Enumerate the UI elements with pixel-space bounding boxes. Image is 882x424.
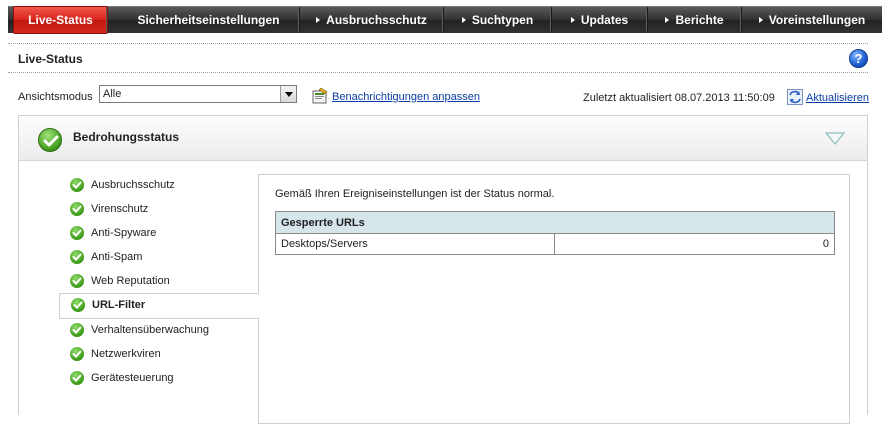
tab-label: Ausbruchsschutz (326, 13, 427, 27)
last-updated: Zuletzt aktualisiert 08.07.2013 11:50:09 (583, 92, 775, 104)
sidebar-item-label: Anti-Spam (91, 251, 143, 263)
top-navigation: Live-Status Sicherheitseinstellungen Aus… (0, 0, 882, 35)
check-circle-icon (38, 128, 62, 152)
divider (8, 43, 868, 44)
sidebar-item-ausbruchsschutz[interactable]: Ausbruchsschutz (59, 174, 259, 198)
triangle-right-icon (316, 16, 321, 23)
chevron-down-icon[interactable] (280, 86, 296, 102)
refresh-link[interactable]: Aktualisieren (806, 92, 869, 104)
view-mode-select[interactable]: Alle (99, 85, 297, 103)
triangle-right-icon (665, 16, 670, 23)
tab-label: Suchtypen (471, 13, 534, 27)
sidebar-item-label: Anti-Spyware (91, 227, 157, 239)
view-mode-value: Alle (103, 88, 122, 100)
tab-sicherheitseinstellungen[interactable]: Sicherheitseinstellungen (118, 7, 300, 33)
tab-updates[interactable]: Updates (552, 7, 648, 33)
row-name: Desktops/Servers (275, 233, 555, 255)
tab-label: Voreinstellungen (768, 13, 866, 27)
table-header: Gesperrte URLs (275, 211, 835, 234)
sidebar-item-virenschutz[interactable]: Virenschutz (59, 198, 259, 222)
sidebar-item-label: URL-Filter (92, 299, 146, 311)
collapse-triangle-icon[interactable] (825, 132, 845, 146)
check-circle-icon (70, 250, 84, 264)
sidebar-item-anti-spam[interactable]: Anti-Spam (59, 246, 259, 270)
sidebar-item-label: Netzwerkviren (91, 348, 161, 360)
threat-status-header[interactable]: Bedrohungsstatus (19, 116, 867, 161)
tab-voreinstellungen[interactable]: Voreinstellungen (742, 7, 882, 33)
tab-label: Berichte (675, 13, 724, 27)
sidebar-item-verhaltensueberwachung[interactable]: Verhaltensüberwachung (59, 319, 259, 343)
tab-ausbruchsschutz[interactable]: Ausbruchsschutz (300, 7, 444, 33)
threat-status-panel: Bedrohungsstatus Ausbruchsschutz Virensc… (18, 115, 868, 424)
page-title: Live-Status (18, 52, 83, 66)
refresh-icon[interactable] (787, 89, 803, 105)
row-value: 0 (554, 233, 835, 255)
sidebar-item-anti-spyware[interactable]: Anti-Spyware (59, 222, 259, 246)
help-icon[interactable]: ? (849, 49, 868, 68)
triangle-right-icon (758, 16, 763, 23)
check-circle-icon (71, 298, 85, 312)
detail-pane: Gemäß Ihren Ereigniseinstellungen ist de… (258, 174, 850, 424)
divider (8, 72, 868, 73)
check-circle-icon (70, 347, 84, 361)
check-circle-icon (70, 226, 84, 240)
last-updated-label: Zuletzt aktualisiert (583, 92, 672, 104)
sidebar-item-label: Web Reputation (91, 275, 170, 287)
sidebar-item-label: Ausbruchsschutz (91, 179, 175, 191)
check-circle-icon (70, 202, 84, 216)
tab-label: Updates (580, 13, 629, 27)
notification-settings-icon[interactable] (311, 88, 328, 104)
tab-label: Sicherheitseinstellungen (137, 13, 280, 27)
tab-label: Live-Status (28, 13, 93, 27)
sidebar-item-label: Verhaltensüberwachung (91, 324, 210, 336)
sidebar-item-netzwerkviren[interactable]: Netzwerkviren (59, 343, 259, 367)
check-circle-icon (70, 274, 84, 288)
check-circle-icon (70, 323, 84, 337)
last-updated-value: 08.07.2013 11:50:09 (674, 92, 775, 104)
triangle-right-icon (570, 16, 575, 23)
sidebar-item-url-filter[interactable]: URL-Filter (59, 293, 259, 319)
sidebar-item-label: Gerätesteuerung (91, 372, 174, 384)
view-mode-label: Ansichtsmodus (18, 91, 93, 103)
tab-suchtypen[interactable]: Suchtypen (444, 7, 552, 33)
sidebar-item-label: Virenschutz (91, 203, 149, 215)
sidebar-item-web-reputation[interactable]: Web Reputation (59, 270, 259, 294)
status-message: Gemäß Ihren Ereigniseinstellungen ist de… (275, 188, 555, 200)
tab-live-status[interactable]: Live-Status (13, 6, 108, 34)
tab-berichte[interactable]: Berichte (648, 7, 742, 33)
blocked-urls-table: Gesperrte URLs Desktops/Servers 0 (275, 211, 835, 255)
triangle-right-icon (461, 16, 466, 23)
nav-bar: Live-Status Sicherheitseinstellungen Aus… (8, 6, 882, 34)
table-row: Desktops/Servers 0 (275, 233, 835, 255)
threat-status-title: Bedrohungsstatus (73, 130, 180, 144)
notifications-link[interactable]: Benachrichtigungen anpassen (332, 91, 480, 103)
check-circle-icon (70, 178, 84, 192)
check-circle-icon (70, 371, 84, 385)
sidebar-item-geraetesteuerung[interactable]: Gerätesteuerung (59, 367, 259, 391)
